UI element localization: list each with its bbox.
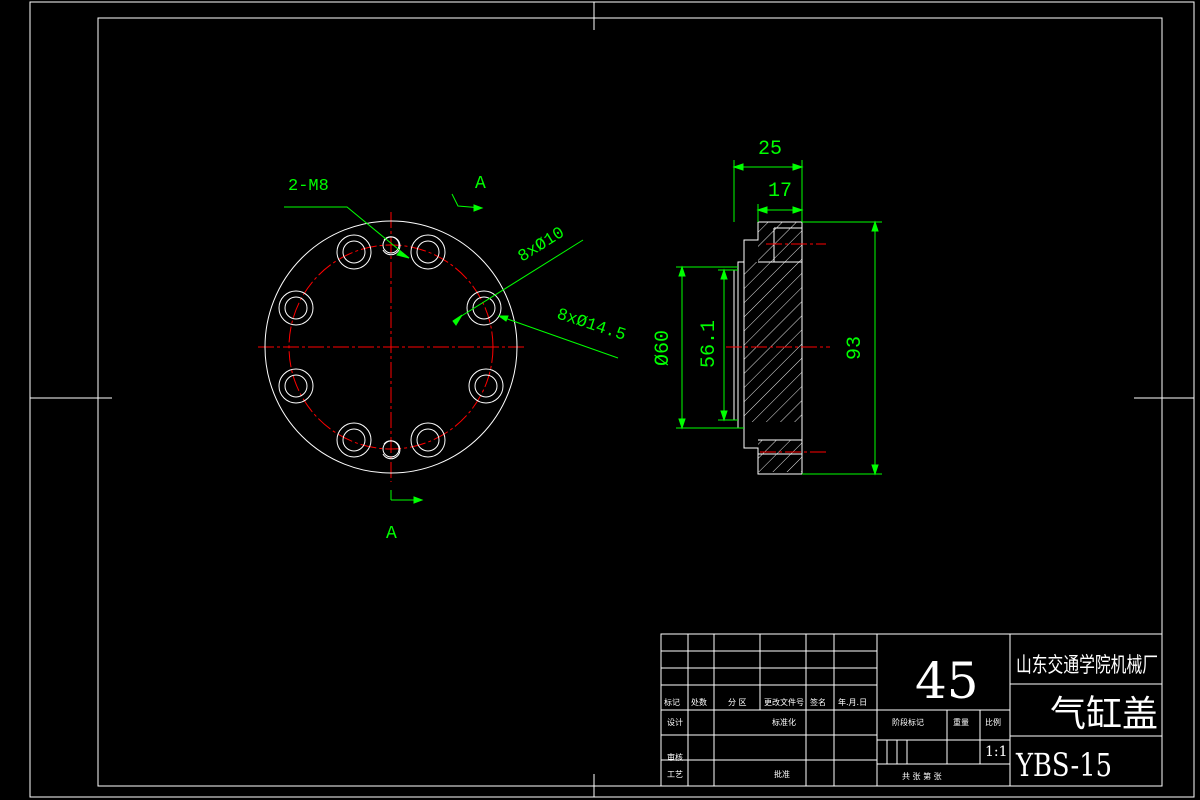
label-stage: 阶段标记 bbox=[892, 717, 924, 727]
bolt-hole bbox=[336, 234, 372, 270]
header-doc-no: 更改文件号 bbox=[764, 697, 804, 707]
bolt-hole bbox=[410, 234, 446, 270]
label-sheets: 共 张 第 张 bbox=[902, 771, 942, 781]
label-8x10: 8xØ10 bbox=[515, 224, 568, 267]
scale-value: 1:1 bbox=[985, 744, 1008, 760]
label-standardization: 标准化 bbox=[772, 717, 796, 727]
title-block: 45 山东交通学院机械厂 气缸盖 YBS-15 1:1 标记 处数 分 区 更改… bbox=[660, 633, 1163, 787]
label-approve: 批准 bbox=[774, 769, 790, 779]
header-date: 年.月.日 bbox=[838, 697, 867, 707]
header-mark: 标记 bbox=[664, 697, 680, 707]
cad-drawing: 2-M8 A A 8xØ10 8xØ14.5 25 17 Ø60 56.1 93… bbox=[29, 1, 1195, 798]
bolt-hole bbox=[278, 368, 314, 404]
label-weight: 重量 bbox=[953, 717, 969, 727]
section-label-top: A bbox=[475, 174, 486, 194]
dim-93: 93 bbox=[844, 336, 867, 360]
dim-25: 25 bbox=[758, 138, 782, 161]
side-view: 25 17 Ø60 56.1 93 bbox=[652, 138, 882, 476]
front-view: 2-M8 A A 8xØ10 8xØ14.5 bbox=[258, 174, 628, 544]
dim-17: 17 bbox=[768, 180, 792, 203]
section-hatch bbox=[744, 262, 802, 422]
label-process: 工艺 bbox=[667, 770, 683, 779]
dim-56-1: 56.1 bbox=[698, 320, 721, 368]
outer-border bbox=[29, 1, 1195, 798]
drawing-number: YBS-15 bbox=[1015, 746, 1112, 784]
company-name: 山东交通学院机械厂 bbox=[1016, 653, 1158, 677]
label-2-m8: 2-M8 bbox=[288, 177, 329, 196]
label-design: 设计 bbox=[667, 717, 683, 727]
material: 45 bbox=[915, 652, 979, 710]
header-sign: 签名 bbox=[810, 697, 826, 707]
drawing-frame bbox=[29, 1, 1195, 798]
part-name: 气缸盖 bbox=[1050, 694, 1158, 735]
label-ratio: 比例 bbox=[985, 717, 1001, 727]
bolt-hole bbox=[410, 422, 446, 458]
bolt-hole bbox=[466, 290, 502, 326]
inner-border bbox=[97, 17, 1163, 787]
bolt-hole bbox=[336, 422, 372, 458]
section-hatch-flange-bottom bbox=[758, 440, 802, 472]
label-review: 审核 bbox=[667, 752, 683, 762]
header-zone: 分 区 bbox=[728, 698, 747, 707]
bolt-hole bbox=[468, 368, 504, 404]
front-leaders bbox=[284, 206, 619, 359]
section-label-bottom: A bbox=[386, 524, 397, 544]
header-count: 处数 bbox=[691, 697, 707, 707]
bolt-hole bbox=[278, 290, 314, 326]
dim-diameter-60: Ø60 bbox=[652, 330, 675, 366]
section-arrows bbox=[390, 193, 484, 504]
